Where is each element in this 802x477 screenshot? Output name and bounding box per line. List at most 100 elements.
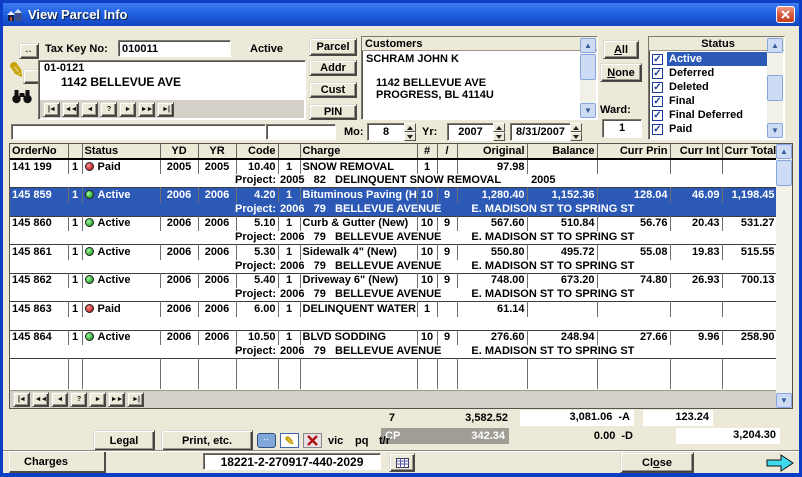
reference-input[interactable] [203, 453, 381, 470]
delete-icon[interactable] [303, 433, 322, 448]
checkbox-icon[interactable]: ✓ [652, 68, 663, 79]
scroll-up-button[interactable]: ▲ [776, 144, 792, 159]
tab-parcel[interactable]: Parcel [309, 38, 357, 56]
ward-value[interactable]: 1 [602, 119, 642, 138]
checkbox-icon[interactable]: ✓ [652, 96, 663, 107]
nav-prev-page-button[interactable]: ◄◄ [62, 102, 79, 117]
next-arrow-icon[interactable] [765, 454, 795, 472]
nav-help-button[interactable]: ? [70, 392, 87, 407]
scroll-up-button[interactable]: ▲ [580, 38, 596, 53]
status-item[interactable]: ✓Final [650, 94, 767, 108]
month-input[interactable] [367, 123, 404, 141]
checkbox-icon[interactable]: ✓ [652, 110, 663, 121]
scroll-down-button[interactable]: ▼ [767, 123, 783, 138]
close-icon [781, 10, 790, 19]
address-nav-bar: |◄◄◄◄?►►►►| [40, 100, 304, 118]
date-input[interactable] [510, 123, 570, 141]
close-button[interactable]: Close [620, 452, 694, 473]
status-item[interactable]: ✓Final Deferred [650, 108, 767, 122]
scrollbar-track[interactable] [580, 81, 596, 103]
checkbox-icon[interactable]: ✓ [652, 54, 663, 65]
nav-next-page-button[interactable]: ►► [138, 102, 155, 117]
column-header[interactable]: YD [160, 144, 198, 159]
scrollbar-track[interactable] [767, 53, 783, 74]
table-row[interactable]: 141 1991Paid2005200510.401SNOW REMOVAL19… [10, 159, 777, 174]
table-row[interactable]: 145 8591Active200620064.201Bituminous Pa… [10, 188, 777, 203]
all-button[interactable]: All [603, 40, 639, 59]
nav-next-button[interactable]: ► [119, 102, 136, 117]
column-header[interactable]: Original [457, 144, 527, 159]
status-item[interactable]: ✓Deferred [650, 66, 767, 80]
scroll-up-button[interactable]: ▲ [767, 38, 783, 53]
scrollbar-thumb[interactable] [776, 160, 792, 186]
year-input[interactable] [447, 123, 493, 141]
status-header: Status [649, 37, 784, 51]
column-header[interactable]: Curr Total [722, 144, 777, 159]
month-up-button[interactable] [404, 123, 416, 132]
tab-addr[interactable]: Addr [309, 60, 357, 76]
column-header[interactable]: Status [82, 144, 160, 159]
column-header[interactable]: / [437, 144, 457, 159]
nav-last-button[interactable]: ►| [157, 102, 174, 117]
nav-prev-button[interactable]: ◄ [51, 392, 68, 407]
table-row[interactable]: 145 8621Active200620065.401Driveway 6" (… [10, 273, 777, 288]
binoculars-icon[interactable] [11, 89, 33, 104]
close-window-button[interactable] [776, 6, 795, 23]
checkbox-icon[interactable]: ✓ [652, 124, 663, 135]
table-row[interactable]: 145 8611Active200620065.301Sidewalk 4" (… [10, 245, 777, 260]
title-bar[interactable]: View Parcel Info [3, 3, 799, 26]
filter-field-2[interactable] [266, 124, 336, 140]
scroll-down-button[interactable]: ▼ [580, 103, 596, 118]
detail-dots-icon[interactable]: ∙∙ [257, 433, 276, 448]
month-down-button[interactable] [404, 132, 416, 141]
none-button[interactable]: None [600, 63, 642, 82]
nav-prev-button[interactable]: ◄ [81, 102, 98, 117]
column-header[interactable]: Curr Prin [597, 144, 670, 159]
column-header[interactable] [68, 144, 82, 159]
column-header[interactable]: Curr Int [670, 144, 722, 159]
status-item[interactable]: ✓Paid [650, 122, 767, 136]
date-down-button[interactable] [570, 132, 582, 141]
column-header[interactable]: # [417, 144, 437, 159]
nav-next-page-button[interactable]: ►► [108, 392, 125, 407]
ward-label: Ward: [600, 104, 631, 116]
column-header[interactable]: Charge [300, 144, 417, 159]
tab-cust[interactable]: Cust [309, 82, 357, 98]
tax-key-input[interactable] [118, 40, 231, 57]
note-pencil-icon[interactable]: ✎ [280, 433, 299, 448]
tab-pin[interactable]: PIN [309, 104, 357, 120]
filter-field-1[interactable] [11, 124, 266, 140]
column-header[interactable] [278, 144, 300, 159]
nav-help-button[interactable]: ? [100, 102, 117, 117]
column-header[interactable]: YR [198, 144, 236, 159]
grid-view-button[interactable] [389, 453, 415, 472]
scrollbar-track[interactable] [767, 102, 783, 123]
nav-first-button[interactable]: |◄ [13, 392, 30, 407]
detail-dots-button[interactable]: ∙∙ [19, 43, 39, 59]
scrollbar-thumb[interactable] [580, 54, 596, 80]
checkbox-icon[interactable]: ✓ [652, 82, 663, 93]
print-button[interactable]: Print, etc. [161, 430, 253, 451]
status-dot-icon [85, 218, 94, 227]
tab-charges[interactable]: Charges [9, 452, 106, 473]
column-header[interactable]: Code [236, 144, 278, 159]
date-up-button[interactable] [570, 123, 582, 132]
table-row[interactable]: 145 8641Active2006200610.501BLVD SODDING… [10, 330, 777, 345]
nav-next-button[interactable]: ► [89, 392, 106, 407]
nav-prev-page-button[interactable]: ◄◄ [32, 392, 49, 407]
scrollbar-track[interactable] [776, 187, 792, 393]
legal-button[interactable]: Legal [93, 430, 155, 451]
table-row[interactable]: 145 8631Paid200620066.001DELINQUENT WATE… [10, 302, 777, 317]
customer-name[interactable]: SCHRAM JOHN K [362, 51, 597, 65]
status-item[interactable]: ✓Deleted [650, 80, 767, 94]
year-down-button[interactable] [493, 132, 505, 141]
status-item[interactable]: ✓Active [650, 52, 767, 66]
nav-last-button[interactable]: ►| [127, 392, 144, 407]
scrollbar-thumb[interactable] [767, 75, 783, 101]
column-header[interactable]: OrderNo [10, 144, 68, 159]
table-row[interactable]: 145 8601Active200620065.101Curb & Gutter… [10, 216, 777, 231]
scroll-down-button[interactable]: ▼ [776, 393, 792, 408]
year-up-button[interactable] [493, 123, 505, 132]
column-header[interactable]: Balance [527, 144, 597, 159]
nav-first-button[interactable]: |◄ [43, 102, 60, 117]
